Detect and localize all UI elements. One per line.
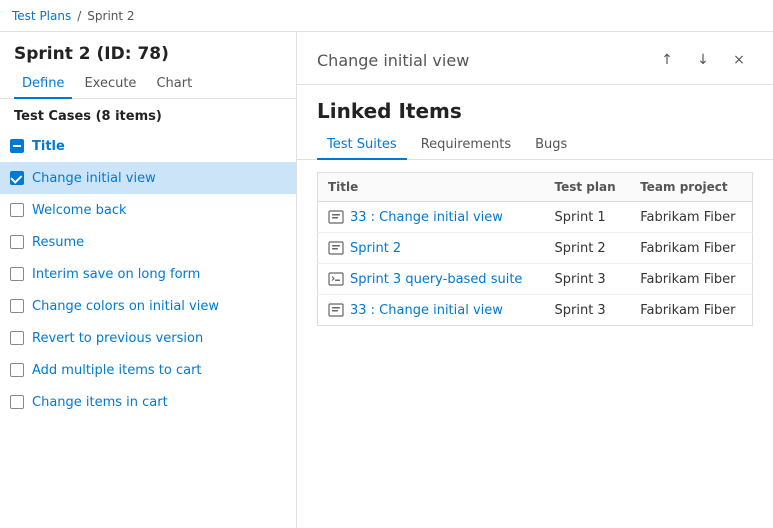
item-label-revert: Revert to previous version bbox=[32, 331, 203, 346]
row-team-project: Fabrikam Fiber bbox=[630, 264, 752, 295]
item-label-change-initial-view: Change initial view bbox=[32, 171, 156, 186]
table-row[interactable]: 33 : Change initial view Sprint 1 Fabrik… bbox=[318, 202, 753, 233]
col-title: Title bbox=[318, 173, 545, 202]
right-header: Change initial view ↑ ↓ × bbox=[297, 32, 773, 85]
left-panel: Sprint 2 (ID: 78) Define Execute Chart T… bbox=[0, 32, 297, 528]
right-panel: Change initial view ↑ ↓ × Linked Items T… bbox=[297, 32, 773, 528]
breadcrumb: Test Plans / Sprint 2 bbox=[0, 0, 773, 32]
tab-bugs[interactable]: Bugs bbox=[525, 131, 577, 160]
left-tabs: Define Execute Chart bbox=[0, 70, 296, 99]
breadcrumb-parent[interactable]: Test Plans bbox=[12, 9, 71, 23]
list-item-change-items[interactable]: Change items in cart bbox=[0, 386, 296, 418]
breadcrumb-current: Sprint 2 bbox=[87, 9, 134, 23]
suite-icon bbox=[328, 240, 344, 256]
list-item-welcome-back[interactable]: Welcome back bbox=[0, 194, 296, 226]
row-title-text[interactable]: Sprint 3 query-based suite bbox=[350, 272, 522, 287]
checkbox-revert[interactable] bbox=[10, 331, 24, 345]
checkbox-change-items[interactable] bbox=[10, 395, 24, 409]
sprint-title: Sprint 2 (ID: 78) bbox=[0, 32, 296, 70]
list-item-change-initial-view[interactable]: Change initial view bbox=[0, 162, 296, 194]
tab-execute[interactable]: Execute bbox=[76, 70, 144, 99]
query-suite-icon bbox=[328, 271, 344, 287]
right-tabs: Test Suites Requirements Bugs bbox=[297, 131, 773, 160]
row-team-project: Fabrikam Fiber bbox=[630, 295, 752, 326]
list-item-change-colors[interactable]: Change colors on initial view bbox=[0, 290, 296, 322]
main-content: Sprint 2 (ID: 78) Define Execute Chart T… bbox=[0, 32, 773, 528]
checkbox-change-colors[interactable] bbox=[10, 299, 24, 313]
col-test-plan: Test plan bbox=[545, 173, 631, 202]
row-title-cell: 33 : Change initial view bbox=[318, 202, 545, 233]
linked-items-title: Linked Items bbox=[297, 85, 773, 131]
table-container: Title Test plan Team project bbox=[297, 160, 773, 528]
checkbox-title[interactable] bbox=[10, 139, 24, 153]
checkbox-add-multiple[interactable] bbox=[10, 363, 24, 377]
item-label-interim-save: Interim save on long form bbox=[32, 267, 200, 282]
row-test-plan: Sprint 3 bbox=[545, 295, 631, 326]
list-item-interim-save[interactable]: Interim save on long form bbox=[0, 258, 296, 290]
item-label-add-multiple: Add multiple items to cart bbox=[32, 363, 202, 378]
item-label-resume: Resume bbox=[32, 235, 84, 250]
col-team-project: Team project bbox=[630, 173, 752, 202]
close-button[interactable]: × bbox=[725, 46, 753, 74]
table-row[interactable]: 33 : Change initial view Sprint 3 Fabrik… bbox=[318, 295, 753, 326]
test-cases-list: Title Change initial view Welcome back R… bbox=[0, 130, 296, 528]
title-header-label: Title bbox=[32, 139, 65, 154]
row-title-text[interactable]: 33 : Change initial view bbox=[350, 210, 503, 225]
navigate-down-button[interactable]: ↓ bbox=[689, 46, 717, 74]
linked-items-table: Title Test plan Team project bbox=[317, 172, 753, 326]
tab-requirements[interactable]: Requirements bbox=[411, 131, 521, 160]
list-item-title[interactable]: Title bbox=[0, 130, 296, 162]
row-team-project: Fabrikam Fiber bbox=[630, 202, 752, 233]
item-label-change-items: Change items in cart bbox=[32, 395, 168, 410]
item-label-change-colors: Change colors on initial view bbox=[32, 299, 219, 314]
checkbox-change-initial-view[interactable] bbox=[10, 171, 24, 185]
checkbox-resume[interactable] bbox=[10, 235, 24, 249]
test-cases-header: Test Cases (8 items) bbox=[0, 99, 296, 130]
tab-chart[interactable]: Chart bbox=[148, 70, 200, 99]
row-title-text[interactable]: 33 : Change initial view bbox=[350, 303, 503, 318]
row-test-plan: Sprint 2 bbox=[545, 233, 631, 264]
checkbox-welcome-back[interactable] bbox=[10, 203, 24, 217]
suite-icon bbox=[328, 302, 344, 318]
row-title-cell: Sprint 3 query-based suite bbox=[318, 264, 545, 295]
row-test-plan: Sprint 3 bbox=[545, 264, 631, 295]
navigate-up-button[interactable]: ↑ bbox=[653, 46, 681, 74]
checkbox-interim-save[interactable] bbox=[10, 267, 24, 281]
tab-test-suites[interactable]: Test Suites bbox=[317, 131, 407, 160]
suite-icon bbox=[328, 209, 344, 225]
tab-define[interactable]: Define bbox=[14, 70, 72, 99]
row-title-cell: 33 : Change initial view bbox=[318, 295, 545, 326]
right-header-title: Change initial view bbox=[317, 51, 645, 70]
table-row[interactable]: Sprint 3 query-based suite Sprint 3 Fabr… bbox=[318, 264, 753, 295]
row-team-project: Fabrikam Fiber bbox=[630, 233, 752, 264]
table-row[interactable]: Sprint 2 Sprint 2 Fabrikam Fiber bbox=[318, 233, 753, 264]
list-item-revert[interactable]: Revert to previous version bbox=[0, 322, 296, 354]
row-title-cell: Sprint 2 bbox=[318, 233, 545, 264]
item-label-welcome-back: Welcome back bbox=[32, 203, 127, 218]
row-title-text[interactable]: Sprint 2 bbox=[350, 241, 401, 256]
list-item-resume[interactable]: Resume bbox=[0, 226, 296, 258]
table-header-row: Title Test plan Team project bbox=[318, 173, 753, 202]
row-test-plan: Sprint 1 bbox=[545, 202, 631, 233]
list-item-add-multiple[interactable]: Add multiple items to cart bbox=[0, 354, 296, 386]
breadcrumb-separator: / bbox=[77, 9, 81, 23]
